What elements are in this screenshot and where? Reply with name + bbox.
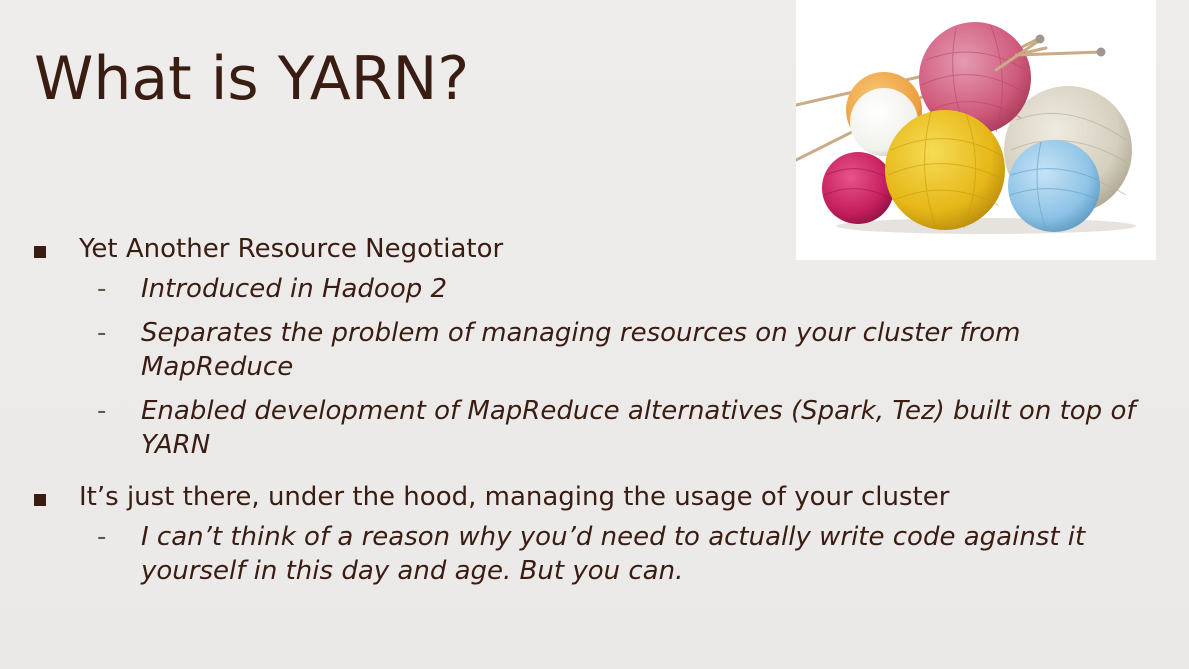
- sub-bullet-text: Enabled development of MapReduce alterna…: [141, 396, 1136, 460]
- bullet-item: It’s just there, under the hood, managin…: [0, 480, 1189, 588]
- sub-bullet-list: - I can’t think of a reason why you’d ne…: [79, 520, 1189, 588]
- slide: What is YARN? Yet Another Resource Negot…: [0, 0, 1189, 669]
- bullet-text: Yet Another Resource Negotiator: [79, 234, 504, 264]
- sub-bullet-item: - Separates the problem of managing reso…: [79, 316, 1151, 384]
- square-bullet-icon: [34, 494, 46, 506]
- sub-bullet-item: - I can’t think of a reason why you’d ne…: [79, 520, 1151, 588]
- bullet-item: Yet Another Resource Negotiator - Introd…: [0, 232, 1189, 462]
- dash-icon: -: [97, 396, 107, 426]
- slide-title: What is YARN?: [34, 44, 470, 114]
- yarn-balls-image: [796, 0, 1156, 260]
- sub-bullet-text: Introduced in Hadoop 2: [141, 274, 448, 304]
- square-bullet-icon: [34, 246, 46, 258]
- sub-bullet-item: - Introduced in Hadoop 2: [79, 272, 1151, 306]
- sub-bullet-item: - Enabled development of MapReduce alter…: [79, 394, 1151, 462]
- dash-icon: -: [97, 522, 107, 552]
- sub-bullet-text: I can’t think of a reason why you’d need…: [141, 522, 1086, 586]
- bullet-list: Yet Another Resource Negotiator - Introd…: [0, 232, 1189, 588]
- dash-icon: -: [97, 318, 107, 348]
- bullet-text: It’s just there, under the hood, managin…: [79, 482, 950, 512]
- yarn-balls-icon: [796, 22, 1136, 234]
- dash-icon: -: [97, 274, 107, 304]
- sub-bullet-text: Separates the problem of managing resour…: [141, 318, 1021, 382]
- sub-bullet-list: - Introduced in Hadoop 2 - Separates the…: [79, 272, 1189, 462]
